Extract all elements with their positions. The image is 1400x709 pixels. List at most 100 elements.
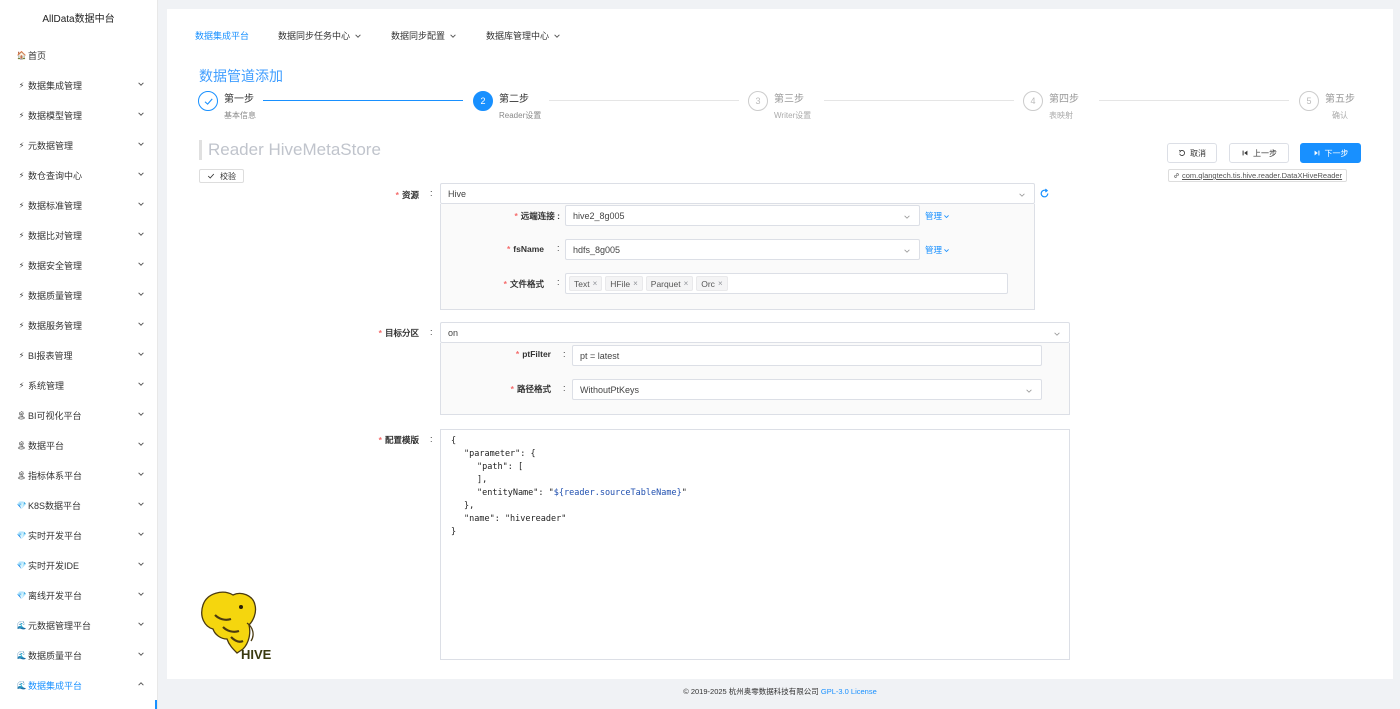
reader-title: Reader HiveMetaStore bbox=[199, 140, 381, 160]
fsname-select[interactable]: hdfs_8g005 bbox=[565, 239, 920, 260]
chevron-down-icon bbox=[1026, 389, 1032, 393]
sidebar-item-label: 实时开发平台 bbox=[28, 530, 83, 541]
link-icon bbox=[1174, 173, 1179, 178]
chevron-down-icon bbox=[138, 502, 144, 506]
sidebar-item[interactable]: 🏝 BI可视化平台 bbox=[0, 400, 157, 430]
config-template-editor[interactable]: {"parameter": {"path": [], "entityName": … bbox=[440, 429, 1070, 660]
check-icon bbox=[198, 91, 218, 111]
sidebar-item[interactable]: 🏝 指标体系平台 bbox=[0, 460, 157, 490]
step-2: 2 第二步 Reader设置 bbox=[473, 91, 541, 121]
sidebar-item[interactable]: 🏠 首页 bbox=[0, 40, 157, 70]
next-step-button[interactable]: 下一步 bbox=[1300, 143, 1361, 163]
nav-sync-task-center[interactable]: 数据同步任务中心 bbox=[278, 29, 362, 42]
sidebar-item[interactable]: ⚡ 数据标准管理 bbox=[0, 190, 157, 220]
step-connector bbox=[1099, 100, 1289, 101]
sidebar-item[interactable]: ⚡ 元数据管理 bbox=[0, 130, 157, 160]
undo-icon bbox=[1178, 149, 1185, 156]
nav-db-management[interactable]: 数据库管理中心 bbox=[486, 29, 561, 42]
sidebar: AllData数据中台 🏠 首页 ⚡ 数据集成管理 ⚡ 数据模型管理 ⚡ 元数据管理 ⚡ 数仓查询… bbox=[0, 0, 158, 709]
sidebar-item-label: K8S数据平台 bbox=[28, 500, 82, 511]
main-content: 数据集成平台 数据同步任务中心 数据同步配置 数据库管理中心 数据管道添加 第一… bbox=[167, 9, 1393, 679]
colon: : bbox=[563, 349, 566, 359]
prev-step-button[interactable]: 上一步 bbox=[1229, 143, 1289, 163]
colon: : bbox=[557, 243, 560, 253]
island-icon: 🏝 bbox=[16, 440, 27, 450]
license-link[interactable]: GPL-3.0 License bbox=[821, 687, 877, 696]
code-line: "name": "hivereader" bbox=[464, 514, 567, 524]
sidebar-item[interactable]: 🌊 元数据管理平台 bbox=[0, 610, 157, 640]
sidebar-item[interactable]: ⚡ 数据安全管理 bbox=[0, 250, 157, 280]
manage-fsname-link[interactable]: 管理 bbox=[925, 244, 950, 256]
close-icon[interactable]: × bbox=[718, 279, 723, 288]
step-desc: Writer设置 bbox=[774, 111, 812, 120]
step-5: 5 第五步 确认 bbox=[1299, 91, 1355, 121]
plugin-class-link[interactable]: com.qlangtech.tis.hive.reader.DataXHiveR… bbox=[1168, 169, 1348, 182]
colon: : bbox=[557, 277, 560, 287]
sidebar-item-label: 系统管理 bbox=[28, 380, 65, 391]
step-connector bbox=[824, 100, 1014, 101]
sidebar-item[interactable]: ⚡ 系统管理 bbox=[0, 370, 157, 400]
island-icon: 🏝 bbox=[16, 470, 27, 480]
nav-data-integration[interactable]: 数据集成平台 bbox=[195, 29, 249, 42]
partition-select[interactable]: on bbox=[440, 322, 1070, 343]
sidebar-item-label: 数据模型管理 bbox=[28, 110, 83, 121]
chevron-down-icon bbox=[138, 202, 144, 206]
ptfilter-input[interactable]: pt = latest bbox=[572, 345, 1042, 366]
sidebar-item[interactable]: 🌊 数据集成平台 bbox=[0, 670, 157, 700]
close-icon[interactable]: × bbox=[684, 279, 689, 288]
nav-sync-config[interactable]: 数据同步配置 bbox=[391, 29, 457, 42]
skip-back-icon bbox=[1242, 150, 1248, 156]
top-navigation: 数据集成平台 数据同步任务中心 数据同步配置 数据库管理中心 bbox=[167, 9, 1393, 61]
remote-connection-select[interactable]: hive2_8g005 bbox=[565, 205, 920, 226]
sidebar-item[interactable]: ⚡ BI报表管理 bbox=[0, 340, 157, 370]
path-format-select[interactable]: WithoutPtKeys bbox=[572, 379, 1042, 400]
wave-icon: 🌊 bbox=[16, 680, 27, 690]
sidebar-item-label: 数据质量平台 bbox=[28, 650, 83, 661]
template-label: * 配置模版 bbox=[378, 435, 419, 445]
lightning-icon: ⚡ bbox=[18, 80, 25, 90]
sidebar-item[interactable]: 💎 K8S数据平台 bbox=[0, 490, 157, 520]
file-format-multiselect[interactable]: Text × HFile × Parquet × Orc × bbox=[565, 273, 1008, 294]
partition-label: * 目标分区 bbox=[378, 328, 419, 338]
manage-remote-link[interactable]: 管理 bbox=[925, 210, 950, 222]
close-icon[interactable]: × bbox=[633, 279, 638, 288]
chevron-down-icon bbox=[138, 322, 144, 326]
cancel-button[interactable]: 取消 bbox=[1167, 143, 1217, 163]
lightning-icon: ⚡ bbox=[18, 380, 25, 390]
sidebar-item[interactable]: ⚡ 数据服务管理 bbox=[0, 310, 157, 340]
sidebar-item-label: 数仓查询中心 bbox=[28, 170, 83, 181]
sidebar-item[interactable]: ⚡ 数据质量管理 bbox=[0, 280, 157, 310]
sidebar-item[interactable]: ⚡ 数据集成管理 bbox=[0, 70, 157, 100]
close-icon[interactable]: × bbox=[593, 279, 598, 288]
sidebar-item[interactable]: ⚡ 数仓查询中心 bbox=[0, 160, 157, 190]
sidebar-item[interactable]: 🏝 数据平台 bbox=[0, 430, 157, 460]
page-title: 数据管道添加 bbox=[199, 68, 283, 84]
sidebar-menu: 🏠 首页 ⚡ 数据集成管理 ⚡ 数据模型管理 ⚡ 元数据管理 ⚡ 数仓查询中心 ⚡ 数据标准管理 ⚡ 数据… bbox=[0, 40, 157, 700]
chevron-down-icon bbox=[138, 562, 144, 566]
step-number: 4 bbox=[1023, 91, 1043, 111]
hive-elephant-icon: HIVE bbox=[201, 591, 272, 662]
source-select[interactable]: Hive bbox=[440, 183, 1035, 204]
sidebar-item[interactable]: ⚡ 数据比对管理 bbox=[0, 220, 157, 250]
tag-parquet: Parquet × bbox=[645, 276, 694, 291]
svg-text:HIVE: HIVE bbox=[241, 647, 272, 661]
chevron-down-icon bbox=[554, 33, 560, 38]
wave-icon: 🌊 bbox=[16, 650, 27, 660]
sidebar-item-label: BI报表管理 bbox=[28, 350, 73, 361]
step-desc: 确认 bbox=[1332, 111, 1348, 120]
diamond-icon: 💎 bbox=[16, 530, 27, 540]
fsname-label: * fsName bbox=[506, 244, 544, 254]
app-title: AllData数据中台 bbox=[42, 14, 115, 25]
sidebar-item[interactable]: ⚡ 数据模型管理 bbox=[0, 100, 157, 130]
sidebar-item[interactable]: 💎 实时开发平台 bbox=[0, 520, 157, 550]
validate-button[interactable]: 校验 bbox=[199, 169, 244, 183]
refresh-icon[interactable] bbox=[1039, 188, 1050, 199]
sidebar-item-label: 元数据管理平台 bbox=[28, 620, 92, 631]
sidebar-item[interactable]: 💎 实时开发IDE bbox=[0, 550, 157, 580]
code-line: ], bbox=[477, 475, 488, 485]
sidebar-item[interactable]: 🌊 数据质量平台 bbox=[0, 640, 157, 670]
sidebar-item-label: 数据标准管理 bbox=[28, 200, 83, 211]
sidebar-item[interactable]: 💎 离线开发平台 bbox=[0, 580, 157, 610]
sidebar-scrollbar[interactable] bbox=[155, 700, 157, 709]
wave-icon: 🌊 bbox=[16, 620, 27, 630]
